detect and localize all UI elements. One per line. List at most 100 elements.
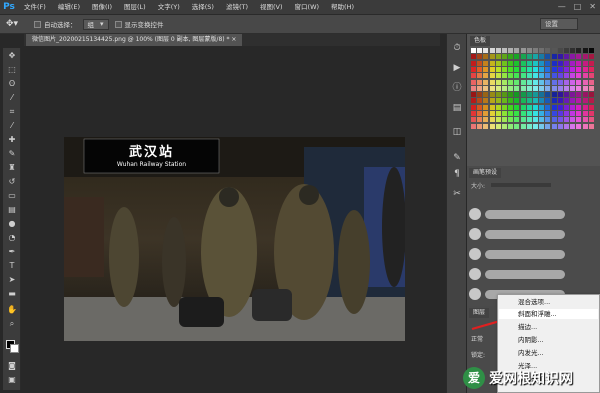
move-tool-preset-icon[interactable]: ✥▾ [6,18,28,31]
color-swatch[interactable] [533,60,538,66]
color-swatch[interactable] [539,92,545,98]
background-color-swatch[interactable] [10,344,19,353]
color-swatch[interactable] [588,117,594,123]
color-swatch[interactable] [471,48,476,53]
color-swatch[interactable] [526,48,532,53]
color-swatch[interactable] [588,98,594,104]
color-swatch[interactable] [557,104,563,110]
color-swatch[interactable] [576,60,582,66]
color-swatch[interactable] [502,60,507,66]
tools-preset-icon[interactable]: ✂ [451,188,463,200]
color-swatch[interactable] [477,98,483,104]
workspace-select[interactable]: 设置 [540,18,578,30]
color-swatch[interactable] [520,54,526,60]
color-swatch[interactable] [514,123,520,129]
color-swatch[interactable] [551,66,557,72]
color-swatch[interactable] [582,104,588,110]
color-swatch[interactable] [526,104,532,110]
menu-item-blending-options[interactable]: 混合选项... [518,297,550,307]
color-swatch[interactable] [582,117,588,123]
color-swatch[interactable] [489,48,495,53]
color-swatch[interactable] [489,117,495,123]
color-swatch[interactable] [489,123,495,129]
color-swatch[interactable] [495,104,501,110]
color-swatch[interactable] [551,48,557,53]
color-swatch[interactable] [495,98,501,104]
color-swatch[interactable] [539,104,545,110]
color-swatch[interactable] [539,54,545,60]
color-swatch[interactable] [551,60,557,66]
color-swatch[interactable] [508,73,514,79]
color-swatch[interactable] [588,73,594,79]
color-swatch[interactable] [526,117,532,123]
menu-item-inner-shadow[interactable]: 内阴影... [518,335,544,345]
dodge-icon[interactable]: ◔ [5,232,19,244]
color-swatch[interactable] [564,104,569,110]
color-swatch[interactable] [495,66,501,72]
color-swatch[interactable] [533,117,538,123]
color-swatch[interactable] [551,85,557,91]
color-swatch[interactable] [533,111,538,116]
color-swatch[interactable] [557,85,563,91]
color-swatch[interactable] [564,92,569,98]
color-swatch[interactable] [545,79,551,85]
color-swatch[interactable] [471,85,476,91]
color-swatch[interactable] [471,111,476,116]
lasso-icon[interactable]: ʘ [5,78,19,90]
color-swatch[interactable] [495,60,501,66]
color-swatch[interactable] [545,85,551,91]
color-swatch[interactable] [545,54,551,60]
color-swatch[interactable] [582,79,588,85]
color-swatch[interactable] [477,104,483,110]
actions-icon[interactable]: ▶ [451,62,463,74]
color-swatch[interactable] [477,79,483,85]
color-swatch[interactable] [495,117,501,123]
color-swatch[interactable] [502,85,507,91]
color-swatch[interactable] [502,79,507,85]
screen-mode-icon[interactable]: ▣ [5,374,19,386]
color-swatch[interactable] [477,92,483,98]
color-swatch[interactable] [570,123,576,129]
brush-preset-item[interactable] [469,288,481,300]
color-swatch[interactable] [576,79,582,85]
color-swatch[interactable] [582,123,588,129]
quick-mask-icon[interactable]: ◙ [5,360,19,372]
color-swatch[interactable] [533,73,538,79]
color-swatch[interactable] [545,48,551,53]
color-swatch[interactable] [520,111,526,116]
color-swatch[interactable] [514,73,520,79]
color-swatch[interactable] [483,73,489,79]
color-swatch[interactable] [557,92,563,98]
color-swatch[interactable] [533,54,538,60]
color-swatch[interactable] [526,92,532,98]
color-swatch[interactable] [557,111,563,116]
brush-preset-item[interactable] [469,268,481,280]
hand-icon[interactable]: ✋ [5,304,19,316]
color-swatch[interactable] [582,66,588,72]
color-swatch[interactable] [588,48,594,53]
tab-swatches[interactable]: 色板 [470,36,491,46]
color-swatch[interactable] [564,48,569,53]
brush-preset-item[interactable] [485,250,565,259]
color-swatch[interactable] [508,98,514,104]
color-swatch[interactable] [477,60,483,66]
auto-select-dropdown[interactable]: 组 ▾ [82,18,109,30]
color-swatch[interactable] [533,104,538,110]
color-swatch[interactable] [545,66,551,72]
color-swatch[interactable] [502,48,507,53]
color-swatch[interactable] [526,73,532,79]
color-swatch[interactable] [533,79,538,85]
color-swatch[interactable] [526,111,532,116]
color-swatch[interactable] [570,92,576,98]
color-swatch[interactable] [502,111,507,116]
color-swatch[interactable] [576,117,582,123]
brush-preset-item[interactable] [485,230,565,239]
menu-select[interactable]: 选择(S) [186,0,220,15]
type-icon[interactable]: T [5,260,19,272]
color-swatch[interactable] [483,79,489,85]
color-swatch[interactable] [570,60,576,66]
color-swatch[interactable] [576,92,582,98]
brush-icon[interactable]: ✎ [5,148,19,160]
color-swatch[interactable] [514,92,520,98]
color-swatch[interactable] [508,54,514,60]
